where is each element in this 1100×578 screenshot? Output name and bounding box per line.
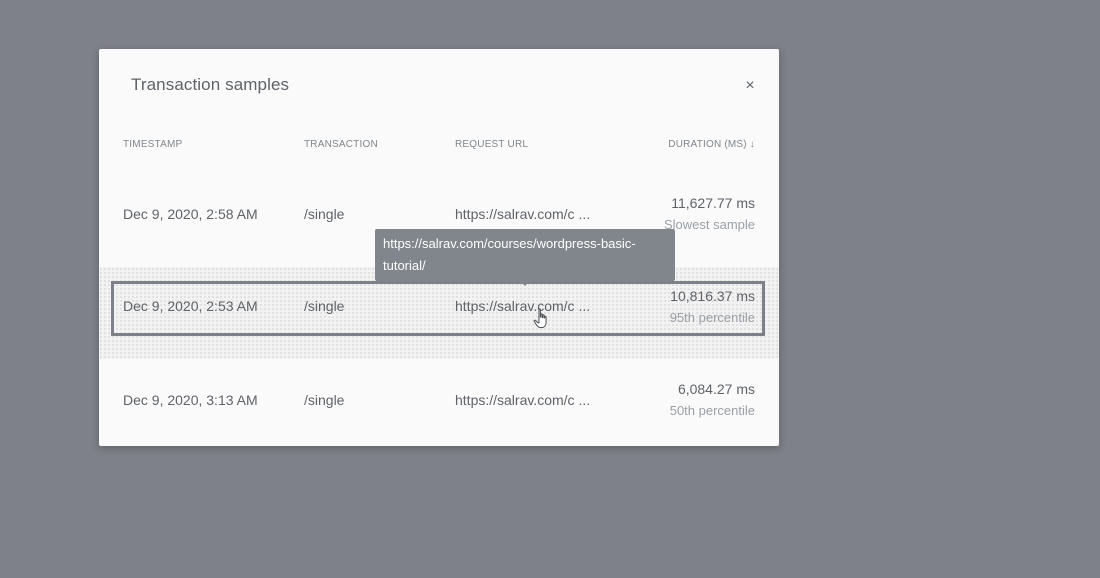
row-duration: 10,816.37 ms bbox=[670, 288, 755, 304]
tooltip-text: https://salrav.com/courses/wordpress-bas… bbox=[383, 236, 636, 273]
column-header-timestamp[interactable]: TIMESTAMP bbox=[123, 139, 182, 150]
row-request-url[interactable]: https://salrav.com/c ... bbox=[455, 392, 590, 408]
table-row[interactable]: Dec 9, 2020, 3:13 AM /single https://sal… bbox=[99, 359, 779, 451]
close-icon[interactable]: × bbox=[741, 77, 759, 95]
tooltip-arrow bbox=[520, 281, 530, 286]
row-percentile-label: Slowest sample bbox=[663, 217, 755, 232]
transaction-samples-dialog: Transaction samples × TIMESTAMP TRANSACT… bbox=[99, 49, 779, 446]
row-request-url[interactable]: https://salrav.com/c ... bbox=[455, 206, 590, 222]
column-header-transaction[interactable]: TRANSACTION bbox=[304, 139, 378, 150]
row-timestamp: Dec 9, 2020, 2:58 AM bbox=[123, 206, 258, 222]
hand-pointer-icon bbox=[533, 308, 547, 328]
row-timestamp: Dec 9, 2020, 3:13 AM bbox=[123, 392, 258, 408]
dialog-title: Transaction samples bbox=[131, 75, 290, 94]
column-header-request-url[interactable]: REQUEST URL bbox=[455, 139, 528, 150]
column-header-duration[interactable]: DURATION (MS) ↓ bbox=[668, 139, 755, 150]
row-request-url[interactable]: https://salrav.com/c ... bbox=[455, 298, 590, 314]
row-transaction[interactable]: /single bbox=[304, 206, 344, 222]
url-tooltip: https://salrav.com/courses/wordpress-bas… bbox=[375, 229, 675, 286]
row-timestamp: Dec 9, 2020, 2:53 AM bbox=[123, 298, 258, 314]
row-percentile-label: 95th percentile bbox=[669, 310, 755, 325]
row-transaction[interactable]: /single bbox=[304, 298, 344, 314]
row-transaction[interactable]: /single bbox=[304, 392, 344, 408]
row-percentile-label: 50th percentile bbox=[669, 403, 755, 418]
screen: { "dialog": { "title": "Transaction samp… bbox=[0, 0, 1100, 578]
row-duration: 6,084.27 ms bbox=[677, 381, 755, 397]
row-duration: 11,627.77 ms bbox=[671, 195, 755, 211]
